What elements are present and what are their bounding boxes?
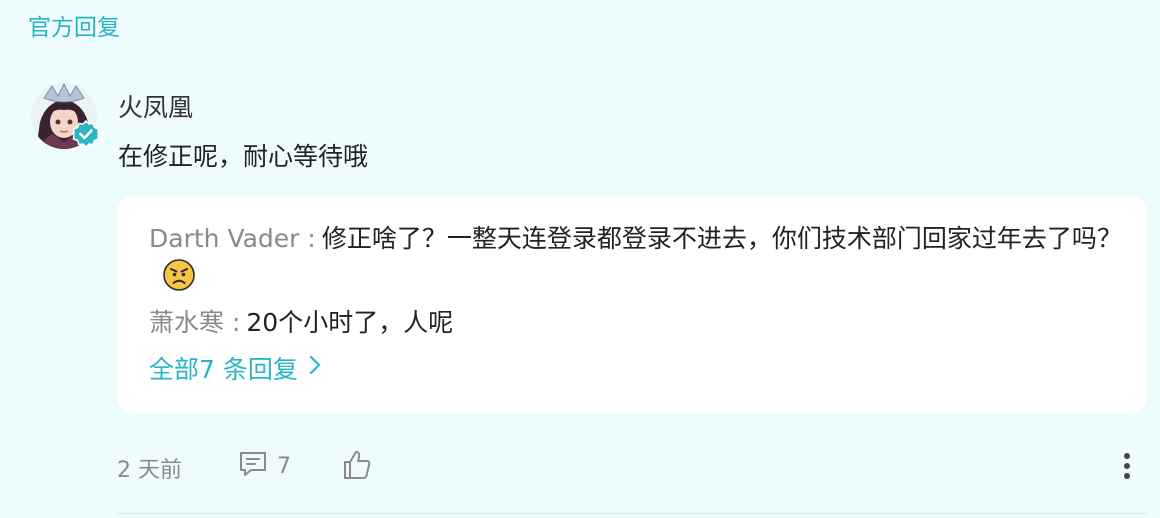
reply-item[interactable]: Darth Vader : 修正啥了？一整天连登录都登录不进去，你们技术部门回家过… xyxy=(149,220,1124,296)
comment-count: 7 xyxy=(277,453,291,479)
angry-face-emoji xyxy=(163,259,195,291)
reply-text: 20个小时了，人呢 xyxy=(246,308,454,337)
comment-timestamp: 2 天前 xyxy=(117,458,182,483)
chevron-right-icon xyxy=(308,353,322,383)
reply-separator: : xyxy=(307,224,316,253)
comment-actions-bar: 2 天前 7 xyxy=(117,448,1147,484)
like-button[interactable] xyxy=(341,448,373,486)
reply-preview-card[interactable]: Darth Vader : 修正啥了？一整天连登录都登录不进去，你们技术部门回家过… xyxy=(117,196,1147,413)
reply-separator: : xyxy=(231,308,241,337)
view-all-replies-label: 全部7 条回复 xyxy=(149,355,298,384)
official-reply-heading: 官方回复 xyxy=(28,15,120,41)
comment-author[interactable]: 火凤凰 xyxy=(118,88,193,124)
reply-author[interactable]: 萧水寒 xyxy=(149,308,224,337)
comment-text: 在修正呢，耐心等待哦 xyxy=(118,142,369,171)
check-badge-icon xyxy=(70,119,102,149)
thumbs-up-icon xyxy=(341,451,373,486)
vertical-ellipsis-icon[interactable] xyxy=(1117,450,1137,482)
view-all-replies-link[interactable]: 全部7 条回复 xyxy=(149,350,322,386)
reply-item[interactable]: 萧水寒 :20个小时了，人呢 xyxy=(149,304,1124,342)
reply-author[interactable]: Darth Vader xyxy=(149,224,299,253)
comment-button[interactable]: 7 xyxy=(237,448,291,484)
speech-bubble-icon xyxy=(237,448,269,484)
reply-text: 修正啥了？一整天连登录都登录不进去，你们技术部门回家过年去了吗？ xyxy=(321,224,1122,253)
divider xyxy=(117,513,1147,514)
